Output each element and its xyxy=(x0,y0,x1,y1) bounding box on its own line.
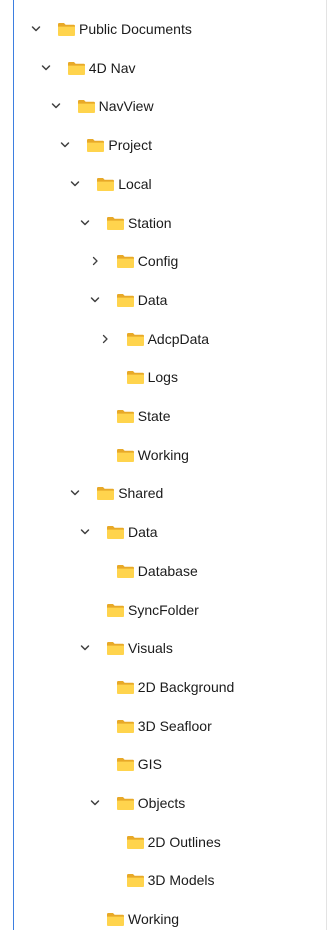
tree-item-label: 3D Seafloor xyxy=(137,717,212,734)
folder-icon xyxy=(106,216,125,231)
folder-icon xyxy=(116,409,135,424)
folder-icon xyxy=(116,293,135,308)
tree-item-label: Visuals xyxy=(128,640,173,657)
chevron-down-icon[interactable] xyxy=(89,294,101,306)
tree-item-label: Shared xyxy=(118,485,164,502)
folder-icon xyxy=(116,254,135,269)
tree-item-2d-background[interactable]: 2D Background xyxy=(14,673,325,703)
tree-item-label: SyncFolder xyxy=(128,601,199,618)
tree-item-label: Working xyxy=(137,446,189,463)
chevron-down-icon[interactable] xyxy=(69,487,81,499)
tree-item-2d-outlines[interactable]: 2D Outlines xyxy=(14,828,325,858)
tree-item-gis[interactable]: GIS xyxy=(14,750,325,780)
folder-tree-pane: Public Documents 4D Nav NavView Project Loca… xyxy=(0,0,327,930)
chevron-down-icon[interactable] xyxy=(79,526,91,538)
tree-item-station[interactable]: Station xyxy=(14,209,325,239)
folder-icon xyxy=(116,564,135,579)
folder-icon xyxy=(96,177,115,192)
tree-item-label: Logs xyxy=(147,369,178,386)
tree-item-visuals[interactable]: Visuals xyxy=(14,634,325,664)
folder-icon xyxy=(116,719,135,734)
chevron-down-icon[interactable] xyxy=(30,23,42,35)
tree-item-navview[interactable]: NavView xyxy=(14,92,325,122)
tree-item-label: Objects xyxy=(137,795,186,811)
folder-icon xyxy=(106,641,125,656)
tree-item-label: Public Documents xyxy=(79,21,192,37)
folder-icon xyxy=(106,525,125,540)
tree-item-logs[interactable]: Logs xyxy=(14,363,325,393)
tree-item-label: 2D Background xyxy=(137,678,235,695)
folder-icon xyxy=(96,486,115,501)
folder-icon xyxy=(116,448,135,463)
tree-item-data[interactable]: Data xyxy=(14,286,325,316)
folder-icon xyxy=(126,370,145,385)
tree-item-label: Station xyxy=(128,214,172,231)
tree-item-label: Config xyxy=(137,253,179,270)
chevron-down-icon[interactable] xyxy=(59,139,71,151)
tree-item-label: 2D Outlines xyxy=(147,833,221,850)
tree-item-data[interactable]: Data xyxy=(14,518,325,548)
tree-item-local[interactable]: Local xyxy=(14,170,325,200)
tree-item-label: GIS xyxy=(137,756,162,773)
folder-icon xyxy=(67,61,86,76)
tree-item-adcpdata[interactable]: AdcpData xyxy=(14,325,325,355)
tree-item-label: Database xyxy=(137,562,198,579)
tree-item-label: Project xyxy=(108,137,152,154)
tree-item-label: 4D Nav xyxy=(88,59,136,76)
tree-item-working[interactable]: Working xyxy=(14,441,325,471)
chevron-down-icon[interactable] xyxy=(40,62,52,74)
tree-item-database[interactable]: Database xyxy=(14,557,325,587)
tree-item-public-documents[interactable]: Public Documents xyxy=(14,15,325,45)
tree-item-label: Local xyxy=(118,175,152,192)
folder-icon xyxy=(116,680,135,695)
tree-item-syncfolder[interactable]: SyncFolder xyxy=(14,596,325,626)
chevron-down-icon[interactable] xyxy=(69,178,81,190)
folder-icon xyxy=(126,835,145,850)
tree-item-config[interactable]: Config xyxy=(14,247,325,277)
tree-item-objects[interactable]: Objects xyxy=(14,789,325,819)
tree-item-3d-models[interactable]: 3D Models xyxy=(14,866,325,896)
tree-item-label: AdcpData xyxy=(147,330,210,347)
chevron-right-icon[interactable] xyxy=(89,255,101,267)
tree-item-project[interactable]: Project xyxy=(14,131,325,161)
chevron-right-icon[interactable] xyxy=(99,333,111,345)
folder-icon xyxy=(126,332,145,347)
tree-item-label: 3D Models xyxy=(147,872,215,889)
tree-item-label: Data xyxy=(137,291,168,308)
tree-item-label: NavView xyxy=(98,98,154,115)
folder-icon xyxy=(126,873,145,888)
tree-item-3d-seafloor[interactable]: 3D Seafloor xyxy=(14,712,325,742)
folder-icon xyxy=(77,99,96,114)
tree-item-label: Data xyxy=(128,524,158,541)
tree-item-4d-nav[interactable]: 4D Nav xyxy=(14,54,325,84)
tree-item-shared[interactable]: Shared xyxy=(14,479,325,509)
chevron-down-icon[interactable] xyxy=(50,100,62,112)
folder-icon xyxy=(86,138,105,153)
chevron-down-icon[interactable] xyxy=(89,797,101,809)
folder-icon xyxy=(106,912,125,927)
folder-icon xyxy=(106,603,125,618)
tree-item-state[interactable]: State xyxy=(14,402,325,432)
folder-icon xyxy=(57,22,76,37)
tree-item-label: State xyxy=(137,408,171,424)
chevron-down-icon[interactable] xyxy=(79,642,91,654)
folder-icon xyxy=(116,757,135,772)
tree-item-label: Working xyxy=(128,911,180,928)
chevron-down-icon[interactable] xyxy=(79,217,91,229)
folder-icon xyxy=(116,796,135,811)
tree-item-working[interactable]: Working xyxy=(14,905,325,935)
